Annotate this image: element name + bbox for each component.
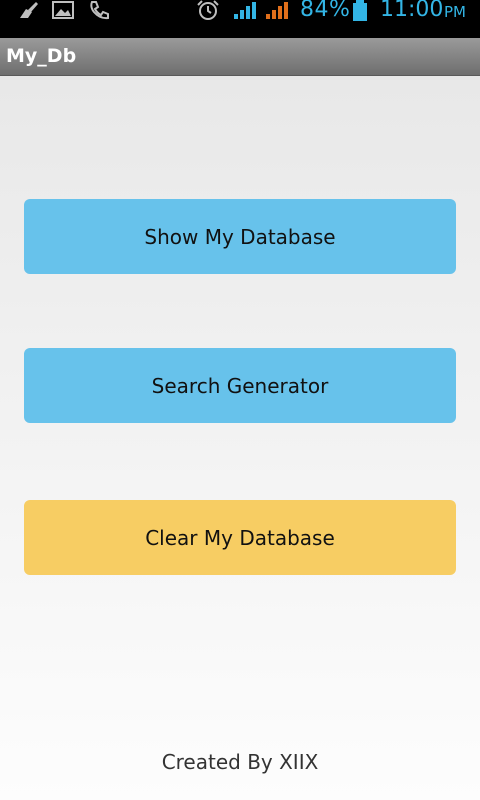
search-generator-button[interactable]: Search Generator (24, 348, 456, 423)
search-generator-label: Search Generator (151, 373, 329, 398)
battery-percent: 84% (300, 0, 351, 22)
main-content: Show My Database Search Generator Clear … (0, 76, 480, 800)
clear-database-button[interactable]: Clear My Database (24, 500, 456, 575)
status-bar: 84% 11:00 PM (0, 0, 480, 38)
signal-roaming-icon (266, 2, 288, 19)
battery-icon (353, 0, 367, 21)
clock-ampm: PM (444, 3, 466, 21)
app-title: My_Db (6, 45, 77, 67)
show-database-label: Show My Database (144, 224, 336, 249)
clock: 11:00 (380, 0, 444, 22)
image-icon (52, 1, 74, 19)
broom-icon (20, 2, 38, 18)
clear-database-label: Clear My Database (145, 525, 335, 550)
show-database-button[interactable]: Show My Database (24, 199, 456, 274)
phone-icon (90, 1, 109, 20)
footer-credit: Created By XIIX (161, 750, 319, 774)
alarm-clock-icon (197, 0, 219, 20)
action-bar: My_Db (0, 38, 480, 76)
signal-icon (234, 2, 256, 19)
